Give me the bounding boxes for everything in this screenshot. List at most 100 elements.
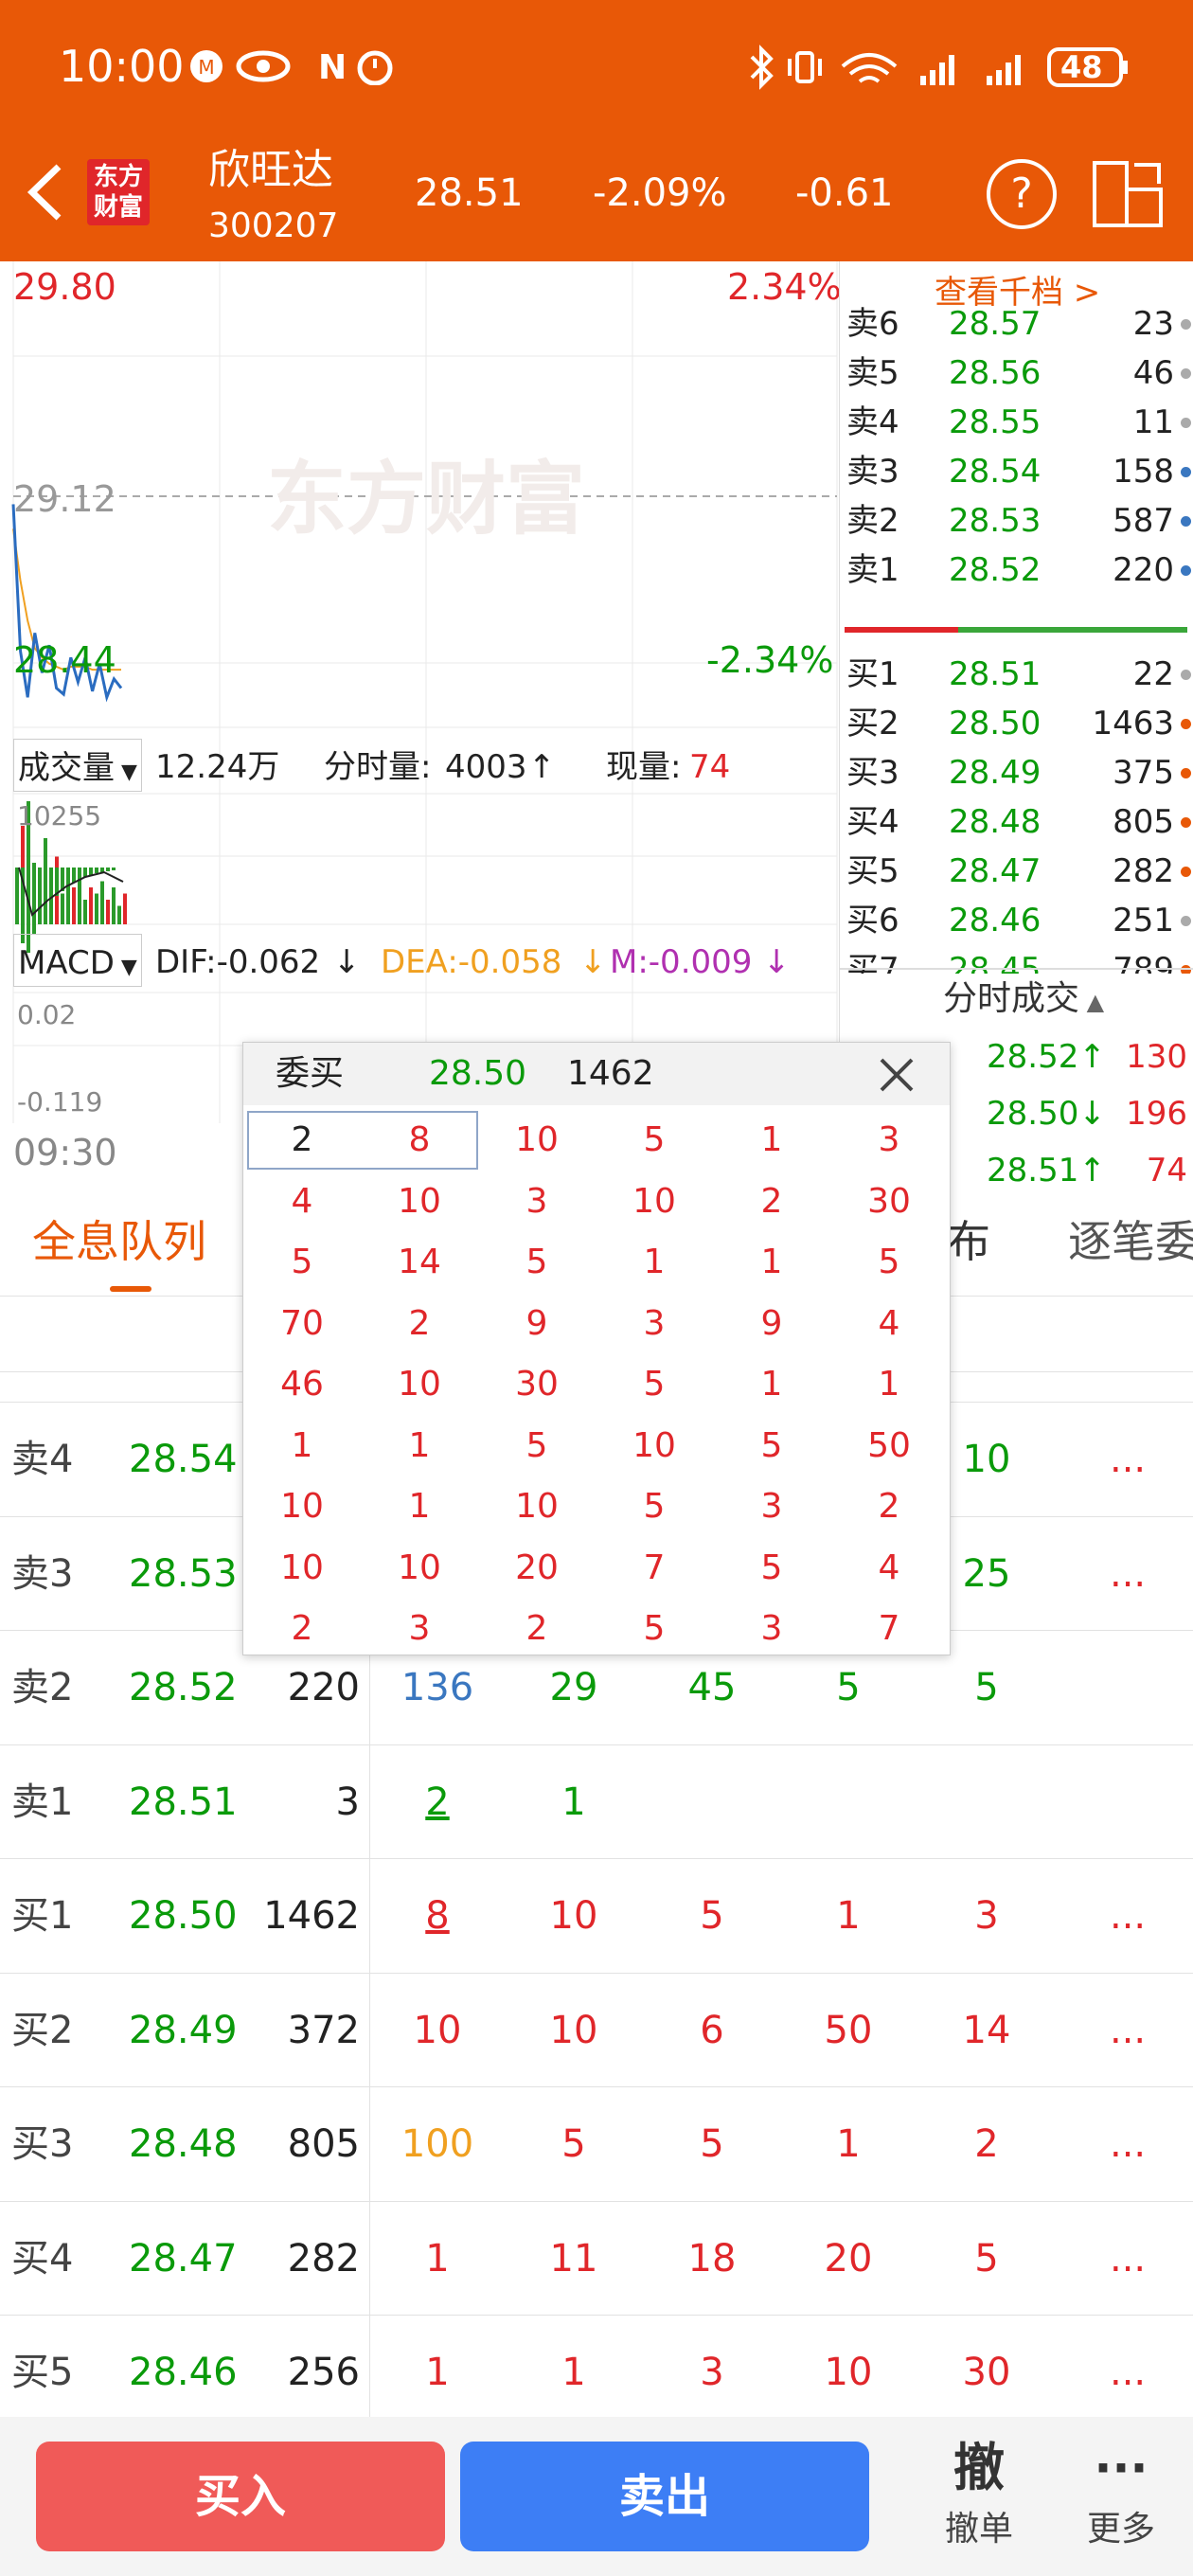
close-icon[interactable] — [878, 1056, 916, 1094]
popup-cell[interactable]: 30 — [830, 1172, 948, 1231]
popup-cell[interactable]: 1 — [361, 1417, 478, 1476]
queue-more[interactable]: ... — [1110, 2202, 1146, 2316]
popup-cell[interactable]: 4 — [830, 1295, 948, 1353]
queue-row[interactable]: 买4 28.47 282 1 11 18 20 5... — [0, 2200, 1193, 2316]
popup-cell[interactable]: 50 — [830, 1417, 948, 1476]
volume-selector[interactable]: 成交量 ▼ — [13, 739, 142, 792]
queue-cell[interactable]: 2 — [381, 1745, 494, 1859]
queue-cell[interactable]: 30 — [930, 2316, 1043, 2429]
queue-cell[interactable]: 50 — [792, 1974, 905, 2087]
popup-cell[interactable]: 4 — [830, 1539, 948, 1598]
popup-cell[interactable]: 46 — [243, 1355, 361, 1414]
popup-cell[interactable]: 10 — [243, 1477, 361, 1536]
popup-cell[interactable]: 1 — [361, 1477, 478, 1536]
popup-cell[interactable]: 1 — [243, 1417, 361, 1476]
queue-cell[interactable]: 1 — [381, 2202, 494, 2316]
popup-cell[interactable]: 2 — [243, 1600, 361, 1658]
popup-cell[interactable]: 5 — [478, 1233, 596, 1292]
popup-cell[interactable]: 5 — [596, 1600, 713, 1658]
popup-cell[interactable]: 5 — [596, 1477, 713, 1536]
popup-cell[interactable]: 1 — [830, 1355, 948, 1414]
queue-cell[interactable]: 10 — [517, 1859, 631, 1973]
queue-cell[interactable]: 1 — [792, 1859, 905, 1973]
popup-cell[interactable]: 70 — [243, 1295, 361, 1353]
queue-cell[interactable]: 3 — [655, 2316, 769, 2429]
popup-cell[interactable]: 2 — [830, 1477, 948, 1536]
popup-cell[interactable]: 1 — [713, 1355, 830, 1414]
queue-cell[interactable]: 1 — [517, 1745, 631, 1859]
queue-more[interactable]: ... — [1110, 1974, 1146, 2087]
help-icon[interactable]: ? — [987, 159, 1057, 229]
queue-cell[interactable]: 5 — [930, 2202, 1043, 2316]
macd-selector[interactable]: MACD ▼ — [13, 934, 142, 987]
queue-cell[interactable]: 10 — [792, 2316, 905, 2429]
popup-cell[interactable]: 5 — [713, 1417, 830, 1476]
popup-cell[interactable]: 5 — [596, 1111, 713, 1170]
queue-cell[interactable]: 5 — [655, 1859, 769, 1973]
queue-cell[interactable]: 2 — [930, 2087, 1043, 2201]
tab-tick-orders[interactable]: 逐笔委 — [1068, 1190, 1193, 1294]
queue-cell[interactable]: 10 — [381, 1974, 494, 2087]
tab-full-queue[interactable]: 全息队列 — [32, 1190, 206, 1294]
queue-row[interactable]: 卖1 28.51 3 2 1 — [0, 1744, 1193, 1858]
popup-cell[interactable]: 10 — [596, 1417, 713, 1476]
popup-cell[interactable]: 10 — [478, 1477, 596, 1536]
queue-cell[interactable]: 14 — [930, 1974, 1043, 2087]
queue-cell[interactable]: 1 — [792, 2087, 905, 2201]
queue-cell[interactable]: 20 — [792, 2202, 905, 2316]
queue-more[interactable]: ... — [1110, 1517, 1146, 1631]
queue-more[interactable]: ... — [1110, 2087, 1146, 2201]
popup-cell[interactable]: 10 — [361, 1172, 478, 1231]
popup-cell[interactable]: 2 — [713, 1172, 830, 1231]
popup-cell[interactable]: 3 — [830, 1111, 948, 1170]
popup-cell[interactable]: 3 — [713, 1600, 830, 1658]
popup-cell[interactable]: 10 — [243, 1539, 361, 1598]
popup-cell[interactable]: 5 — [596, 1355, 713, 1414]
split-screen-icon[interactable] — [1089, 155, 1168, 231]
queue-cell[interactable]: 100 — [381, 2087, 494, 2201]
popup-cell[interactable]: 1 — [596, 1233, 713, 1292]
popup-cell[interactable]: 30 — [478, 1355, 596, 1414]
buy-button[interactable]: 买入 — [36, 2442, 445, 2551]
more-button[interactable]: ··· 更多 — [1055, 2430, 1187, 2563]
queue-cell[interactable]: 5 — [517, 2087, 631, 2201]
popup-cell[interactable]: 3 — [478, 1172, 596, 1231]
popup-cell[interactable]: 10 — [596, 1172, 713, 1231]
popup-cell[interactable]: 3 — [713, 1477, 830, 1536]
chart-panel[interactable]: 东方财富 29.80 2.34% 29.12 28.44 -2.34% 成交量 … — [0, 261, 842, 1123]
queue-row[interactable]: 买2 28.49 372 10 10 6 50 14... — [0, 1972, 1193, 2087]
queue-more[interactable]: ... — [1110, 2316, 1146, 2429]
popup-cell[interactable]: 5 — [713, 1539, 830, 1598]
queue-row[interactable]: 买5 28.46 256 1 1 3 10 30... — [0, 2315, 1193, 2428]
queue-row[interactable]: 买3 28.48 805 100 5 5 1 2... — [0, 2086, 1193, 2200]
popup-cell[interactable]: 5 — [478, 1417, 596, 1476]
trades-toggle[interactable]: 分时成交 ▲ — [943, 975, 1104, 1026]
queue-cell[interactable]: 18 — [655, 2202, 769, 2316]
popup-cell[interactable]: 10 — [361, 1539, 478, 1598]
popup-cell[interactable]: 10 — [361, 1355, 478, 1414]
queue-cell[interactable]: 1 — [517, 2316, 631, 2429]
popup-cell[interactable]: 5 — [243, 1233, 361, 1292]
bid-queue-popup[interactable]: 委买 28.50 1462 2 8 10 5 1 3 4 10 3 10 2 30 5 14 5 1 1 5 70 2… — [242, 1042, 951, 1655]
popup-cell[interactable]: 1 — [713, 1233, 830, 1292]
popup-cell[interactable]: 9 — [713, 1295, 830, 1353]
popup-cell[interactable]: 8 — [361, 1111, 478, 1170]
popup-cell[interactable]: 3 — [361, 1600, 478, 1658]
queue-cell[interactable]: 8 — [381, 1859, 494, 1973]
popup-cell[interactable]: 1 — [713, 1111, 830, 1170]
popup-cell[interactable]: 10 — [478, 1111, 596, 1170]
back-arrow-icon[interactable] — [23, 159, 70, 225]
popup-cell[interactable]: 4 — [243, 1172, 361, 1231]
popup-cell[interactable]: 2 — [361, 1295, 478, 1353]
queue-row[interactable]: 买1 28.50 1462 8 10 5 1 3... — [0, 1858, 1193, 1972]
queue-cell[interactable]: 3 — [930, 1859, 1043, 1973]
queue-cell[interactable]: 11 — [517, 2202, 631, 2316]
popup-cell[interactable]: 2 — [243, 1111, 361, 1170]
queue-more[interactable]: ... — [1110, 1403, 1146, 1516]
popup-cell[interactable]: 14 — [361, 1233, 478, 1292]
popup-cell[interactable]: 7 — [596, 1539, 713, 1598]
queue-cell[interactable]: 1 — [381, 2316, 494, 2429]
popup-cell[interactable]: 2 — [478, 1600, 596, 1658]
popup-cell[interactable]: 5 — [830, 1233, 948, 1292]
queue-cell[interactable]: 5 — [655, 2087, 769, 2201]
